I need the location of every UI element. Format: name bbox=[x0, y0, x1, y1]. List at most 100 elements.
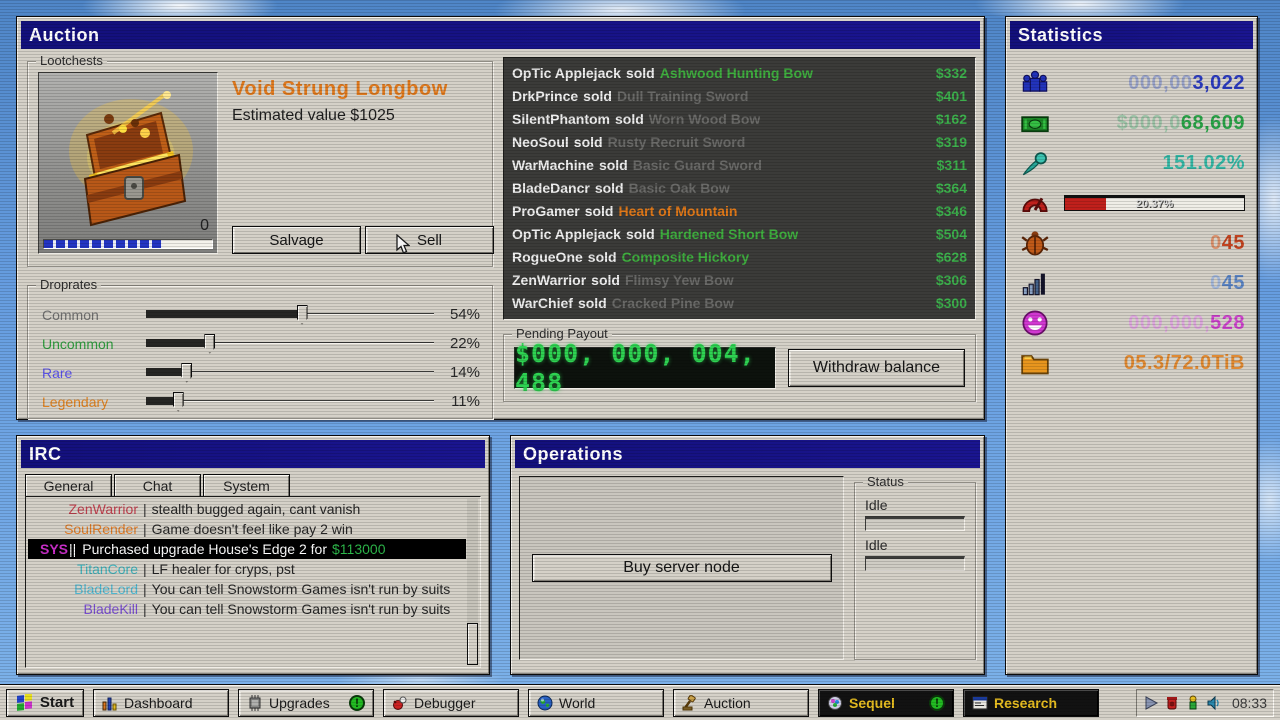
droprates-group-label: Droprates bbox=[36, 277, 101, 292]
taskbar-button-dashboard[interactable]: Dashboard bbox=[93, 689, 229, 717]
taskbar-button-research[interactable]: Research bbox=[963, 689, 1099, 717]
hydrant-tray-icon[interactable] bbox=[1164, 695, 1180, 711]
globe-icon bbox=[537, 695, 553, 711]
play-tray-icon[interactable] bbox=[1143, 695, 1159, 711]
irc-scrollbar-thumb[interactable] bbox=[467, 623, 478, 665]
players-icon bbox=[1020, 69, 1050, 97]
taskbar-button-auction[interactable]: Auction bbox=[673, 689, 809, 717]
irc-message-text: You can tell Snowstorm Games isn't run b… bbox=[152, 599, 466, 619]
comet-icon bbox=[1020, 149, 1050, 177]
droprate-value: 54% bbox=[434, 306, 480, 323]
taskbar-button-debugger[interactable]: Debugger bbox=[383, 689, 519, 717]
irc-nick: TitanCore bbox=[28, 559, 138, 579]
taskbar-button-world[interactable]: World bbox=[528, 689, 664, 717]
irc-chat-message: SoulRender|Game doesn't feel like pay 2 … bbox=[28, 519, 466, 539]
log-verb: sold bbox=[591, 272, 620, 288]
statistics-window-title: Statistics bbox=[1010, 21, 1253, 49]
slider-thumb[interactable] bbox=[181, 363, 192, 383]
stat-row-gauge: 20.37% bbox=[1020, 183, 1245, 223]
log-seller: BladeDancr bbox=[512, 180, 590, 196]
buy-server-node-button[interactable]: Buy server node bbox=[532, 554, 832, 582]
droprate-slider-uncommon[interactable] bbox=[146, 333, 434, 355]
droprate-slider-legendary[interactable] bbox=[146, 391, 434, 413]
irc-separator: | bbox=[143, 519, 147, 539]
lootchest-count: 0 bbox=[200, 217, 209, 235]
irc-separator: | bbox=[143, 499, 147, 519]
log-seller: OpTic Applejack bbox=[512, 226, 621, 242]
log-seller: NeoSoul bbox=[512, 134, 569, 150]
irc-chat-message: BladeLord|You can tell Snowstorm Games i… bbox=[28, 579, 466, 599]
stat-strong: 3,022 bbox=[1192, 72, 1245, 94]
pending-payout-group: Pending Payout $000, 000, 004, 488 Withd… bbox=[503, 334, 976, 402]
taskbar: Start Dashboard Upgrades ! Debugger bbox=[0, 684, 1280, 720]
stat-row-happiness: 000,000,528 bbox=[1020, 303, 1245, 343]
sprite-tray-icon[interactable] bbox=[1185, 695, 1201, 711]
droprate-row-rare: Rare 14% bbox=[42, 358, 480, 387]
irc-message-text: Purchased upgrade House's Edge 2 for$113… bbox=[82, 539, 466, 559]
auction-log-row: NeoSoulsoldRusty Recruit Sword$319 bbox=[504, 130, 975, 153]
lootchest-progressbar-fill bbox=[44, 240, 162, 248]
taskbar-button-upgrades[interactable]: Upgrades ! bbox=[238, 689, 374, 717]
log-item-name: Cracked Pine Bow bbox=[612, 295, 734, 311]
irc-window-title: IRC bbox=[21, 440, 485, 468]
tab-system[interactable]: System bbox=[203, 474, 290, 496]
stat-strong: 528 bbox=[1210, 312, 1245, 334]
tab-chat[interactable]: Chat bbox=[114, 474, 201, 496]
log-verb: sold bbox=[583, 88, 612, 104]
stat-dim: $000,0 bbox=[1117, 112, 1181, 134]
slider-thumb[interactable] bbox=[173, 392, 184, 412]
droprate-slider-rare[interactable] bbox=[146, 362, 434, 384]
log-seller: ZenWarrior bbox=[512, 272, 586, 288]
droprate-row-uncommon: Uncommon 22% bbox=[42, 329, 480, 358]
log-seller: SilentPhantom bbox=[512, 111, 610, 127]
auction-log-row: OpTic ApplejacksoldAshwood Hunting Bow$3… bbox=[504, 61, 975, 84]
stat-row-bugs: 045 bbox=[1020, 223, 1245, 263]
stat-dim: 0 bbox=[1210, 272, 1222, 294]
irc-separator: | bbox=[143, 559, 147, 579]
start-button[interactable]: Start bbox=[6, 689, 84, 717]
status-item-label: Idle bbox=[865, 537, 965, 553]
droprate-value: 11% bbox=[434, 393, 480, 410]
bug-icon bbox=[1020, 229, 1050, 257]
folder-icon bbox=[1020, 349, 1050, 377]
irc-separator: | bbox=[143, 579, 147, 599]
stat-strong: 45 bbox=[1222, 272, 1245, 294]
irc-system-message: SYS||Purchased upgrade House's Edge 2 fo… bbox=[28, 539, 466, 559]
stat-progressbar: 20.37% bbox=[1064, 195, 1245, 211]
log-verb: sold bbox=[585, 203, 614, 219]
droprate-value: 22% bbox=[434, 335, 480, 352]
speaker-tray-icon[interactable] bbox=[1206, 695, 1222, 711]
log-price: $319 bbox=[936, 134, 967, 150]
droprate-slider-common[interactable] bbox=[146, 304, 434, 326]
operations-window-title: Operations bbox=[515, 440, 980, 468]
log-verb: sold bbox=[599, 157, 628, 173]
log-item-name: Basic Guard Sword bbox=[633, 157, 762, 173]
start-logo-icon bbox=[16, 694, 34, 712]
withdraw-balance-button[interactable]: Withdraw balance bbox=[788, 349, 965, 387]
treasure-chest-art bbox=[39, 73, 217, 237]
irc-separator: || bbox=[69, 539, 76, 559]
smiley-icon bbox=[1020, 309, 1050, 337]
status-item-label: Idle bbox=[865, 497, 965, 513]
irc-nick: BladeKill bbox=[28, 599, 138, 619]
droprate-label: Common bbox=[42, 307, 146, 323]
lootchests-group: Lootchests bbox=[27, 61, 493, 267]
irc-message-text: Game doesn't feel like pay 2 win bbox=[152, 519, 466, 539]
research-window-icon bbox=[972, 695, 988, 711]
auction-log-row: DrkPrincesoldDull Training Sword$401 bbox=[504, 84, 975, 107]
tab-general[interactable]: General bbox=[25, 474, 112, 496]
log-price: $504 bbox=[936, 226, 967, 242]
log-price: $628 bbox=[936, 249, 967, 265]
status-group-label: Status bbox=[863, 474, 908, 489]
sell-button[interactable]: Sell bbox=[365, 226, 494, 254]
irc-scrollbar[interactable] bbox=[467, 499, 478, 665]
slider-thumb[interactable] bbox=[297, 305, 308, 325]
salvage-button[interactable]: Salvage bbox=[232, 226, 361, 254]
irc-window: IRC General Chat System ZenWarrior|steal… bbox=[16, 435, 490, 675]
log-seller: ProGamer bbox=[512, 203, 580, 219]
system-tray: 08:33 bbox=[1136, 689, 1274, 717]
taskbar-button-sequel[interactable]: Sequel ! bbox=[818, 689, 954, 717]
taskbar-clock: 08:33 bbox=[1232, 695, 1267, 711]
irc-chat-message: TitanCore|LF healer for cryps, pst bbox=[28, 559, 466, 579]
slider-thumb[interactable] bbox=[204, 334, 215, 354]
